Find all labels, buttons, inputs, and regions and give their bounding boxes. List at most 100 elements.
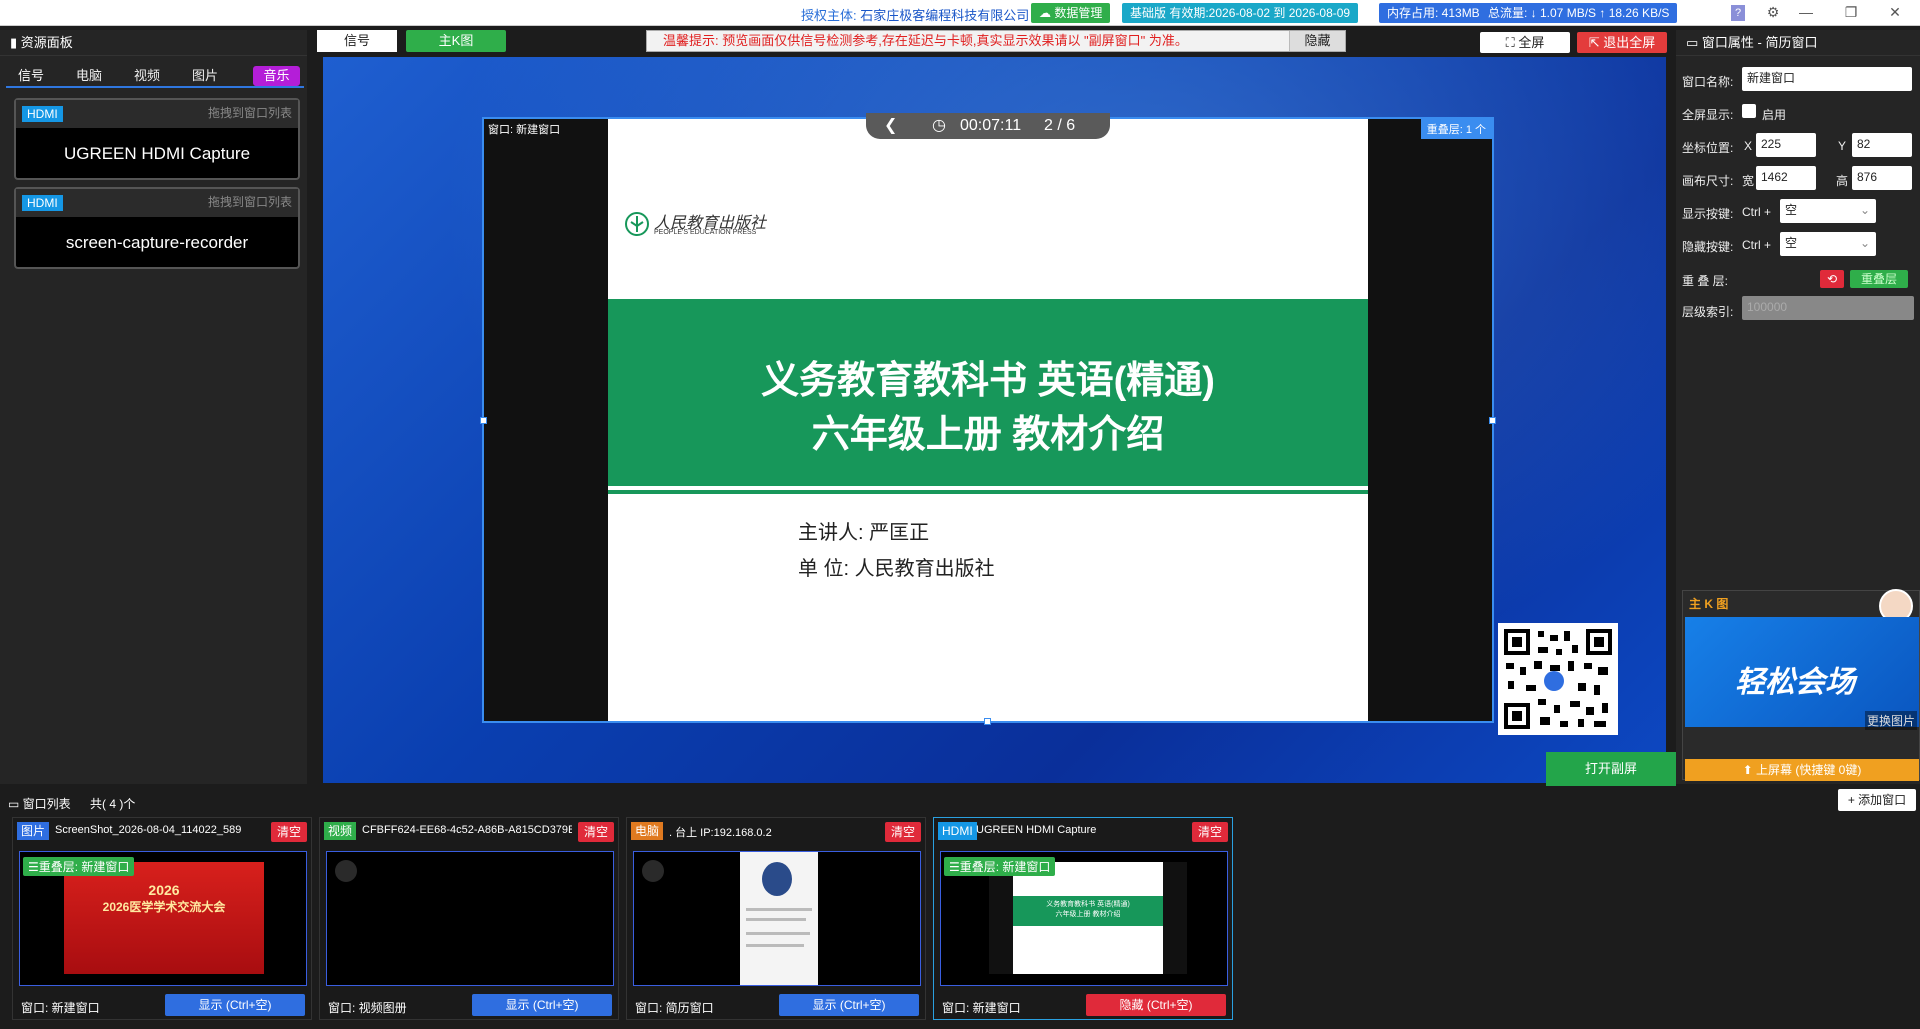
- push-to-screen-button[interactable]: ⬆ 上屏幕 (快捷键 0键): [1685, 759, 1919, 781]
- slide-divider: [608, 490, 1368, 494]
- clear-button[interactable]: 清空: [884, 822, 921, 842]
- slide-timer-bar: ❮ ◷ 00:07:11 2 / 6: [866, 113, 1110, 139]
- card-type-badge: HDMI: [938, 822, 977, 840]
- slide-title-1: 义务教育教科书 英语(精通): [761, 360, 1215, 402]
- card-source-name: . 台上 IP:192.168.0.2: [669, 827, 772, 839]
- window-count: 共( 4 )个: [90, 797, 136, 811]
- layer-index-input[interactable]: 100000: [1742, 296, 1914, 320]
- hide-key-label: 隐藏按键:: [1682, 240, 1734, 254]
- card-source-name: ScreenShot_2026-08-04_114022_589: [55, 824, 242, 836]
- source-badge: HDMI: [22, 195, 63, 211]
- window-list-title: ▭ 窗口列表: [8, 797, 71, 811]
- clear-button[interactable]: 清空: [270, 822, 307, 842]
- fullscreen-checkbox[interactable]: [1742, 104, 1756, 118]
- publisher-logo: 人民教育出版社 PEOPLE'S EDUCATION PRESS: [624, 207, 784, 243]
- show-key-label: 显示按键:: [1682, 207, 1734, 221]
- close-icon[interactable]: ✕: [1884, 3, 1906, 23]
- show-key-select[interactable]: 空 ⌄: [1780, 199, 1876, 223]
- slide-speaker: 主讲人: 严匡正: [798, 522, 930, 544]
- hide-key-select[interactable]: 空 ⌄: [1780, 232, 1876, 256]
- fullscreen-label: 全屏显示:: [1682, 108, 1734, 122]
- properties-header: ▭ 窗口属性 - 简历窗口: [1676, 30, 1920, 56]
- show-button[interactable]: 显示 (Ctrl+空): [472, 994, 612, 1016]
- source-item-screen-recorder[interactable]: HDMI 拖拽到窗口列表 screen-capture-recorder: [14, 187, 300, 269]
- notice-hide-button[interactable]: 隐藏: [1289, 31, 1345, 51]
- window-list-header: ▭ 窗口列表 共( 4 )个: [0, 790, 1920, 814]
- window-card-video[interactable]: 视频 CFBFF624-EE68-4c52-A86B-A815CD379E0E 清空…: [319, 817, 619, 1020]
- tab-signal-preview[interactable]: 信号: [317, 30, 397, 52]
- x-label: X: [1744, 139, 1753, 153]
- window-card-image[interactable]: 图片 ScreenShot_2026-08-04_114022_589 清空 202…: [12, 817, 312, 1020]
- exit-fullscreen-button[interactable]: ⇱ 退出全屏: [1577, 32, 1667, 53]
- license-info: 授权主体: 石家庄极客编程科技有限公司: [801, 8, 1030, 23]
- source-item-hdmi-capture[interactable]: HDMI 拖拽到窗口列表 UGREEN HDMI Capture: [14, 98, 300, 180]
- card-window-name: 窗口: 新建窗口: [942, 1001, 1021, 1015]
- card-preview: [633, 851, 921, 986]
- size-label: 画布尺寸:: [1682, 174, 1734, 188]
- window-frame[interactable]: 窗口: 新建窗口 重叠层: 1 个 人民教育出版社 PEOPLE'S EDUCA…: [480, 115, 1496, 725]
- page-indicator: 2 / 6: [1044, 117, 1076, 134]
- source-name: screen-capture-recorder: [65, 233, 249, 252]
- change-image-button[interactable]: 更换图片: [1864, 711, 1917, 730]
- data-management-button[interactable]: ☁ 数据管理: [1031, 3, 1111, 23]
- card-source-name: UGREEN HDMI Capture: [976, 824, 1097, 836]
- overlay-badge: ☰重叠层: 新建窗口: [944, 857, 1056, 876]
- resource-tabs: 信号 电脑 视频 图片 音乐: [6, 66, 304, 88]
- window-label: 窗口: 新建窗口: [488, 124, 561, 136]
- chevron-down-icon: ⌄: [1859, 236, 1870, 250]
- enable-label: 启用: [1762, 108, 1787, 122]
- tab-image[interactable]: 图片: [180, 66, 230, 86]
- clear-button[interactable]: 清空: [1191, 822, 1228, 842]
- resize-handle-bottom[interactable]: [984, 718, 991, 725]
- slide-unit: 单 位: 人民教育出版社: [798, 558, 995, 580]
- minimize-icon[interactable]: —: [1795, 3, 1817, 23]
- show-button[interactable]: 显示 (Ctrl+空): [779, 994, 919, 1016]
- drag-hint: 拖拽到窗口列表: [207, 195, 292, 209]
- tab-main-k[interactable]: 主K图: [406, 30, 506, 52]
- prev-slide-icon[interactable]: ❮: [884, 113, 897, 139]
- chevron-down-icon: ⌄: [1859, 203, 1870, 217]
- clear-button[interactable]: 清空: [577, 822, 614, 842]
- height-label: 高: [1836, 174, 1849, 188]
- card-window-name: 窗口: 视频图册: [328, 1001, 407, 1015]
- settings-icon[interactable]: ⚙: [1762, 3, 1784, 23]
- card-preview: [326, 851, 614, 986]
- resize-handle-left[interactable]: [480, 417, 487, 424]
- window-name-input[interactable]: 新建窗口: [1742, 67, 1912, 91]
- fullscreen-button[interactable]: ⛶ 全屏: [1480, 32, 1570, 53]
- main-k-title: 主 K 图: [1689, 597, 1729, 611]
- open-sub-screen-button[interactable]: 打开副屏: [1546, 752, 1676, 786]
- card-window-name: 窗口: 新建窗口: [21, 1001, 100, 1015]
- name-label: 窗口名称:: [1682, 75, 1734, 89]
- resize-handle-right[interactable]: [1489, 417, 1496, 424]
- slide-content: 人民教育出版社 PEOPLE'S EDUCATION PRESS 义务教育教科书…: [608, 119, 1368, 721]
- width-label: 宽: [1742, 174, 1755, 188]
- layer-index-label: 层级索引:: [1682, 305, 1734, 319]
- x-input[interactable]: 225: [1756, 133, 1816, 157]
- qr-code: [1498, 623, 1618, 735]
- source-name: UGREEN HDMI Capture: [63, 144, 251, 163]
- card-source-name: CFBFF624-EE68-4c52-A86B-A815CD379E0E: [362, 824, 572, 836]
- y-label: Y: [1838, 139, 1847, 153]
- card-type-badge: 图片: [17, 822, 50, 840]
- add-window-button[interactable]: + 添加窗口: [1838, 789, 1916, 811]
- clock-icon: ◷: [932, 117, 946, 134]
- tab-music[interactable]: 音乐: [253, 66, 300, 86]
- reset-icon[interactable]: ⟲: [1820, 270, 1844, 288]
- width-input[interactable]: 1462: [1756, 166, 1816, 190]
- tab-computer[interactable]: 电脑: [64, 66, 114, 86]
- window-card-computer[interactable]: 电脑 . 台上 IP:192.168.0.2 清空 窗口: 简历窗口 显示 (Ctr…: [626, 817, 926, 1020]
- overlay-layer-button[interactable]: 重叠层: [1850, 270, 1908, 288]
- hide-button[interactable]: 隐藏 (Ctrl+空): [1086, 994, 1226, 1016]
- restore-icon[interactable]: ❐: [1840, 3, 1862, 23]
- help-icon[interactable]: ?: [1731, 5, 1745, 21]
- ctrl-label: Ctrl +: [1742, 205, 1772, 219]
- tab-video[interactable]: 视频: [122, 66, 172, 86]
- tab-signal[interactable]: 信号: [6, 66, 56, 86]
- card-type-badge: 电脑: [631, 822, 664, 840]
- show-button[interactable]: 显示 (Ctrl+空): [165, 994, 305, 1016]
- y-input[interactable]: 82: [1852, 133, 1912, 157]
- window-card-hdmi[interactable]: HDMI UGREEN HDMI Capture 清空 义务教育教科书 英语(精通)…: [933, 817, 1233, 1020]
- height-input[interactable]: 876: [1852, 166, 1912, 190]
- window-icon: ▭: [1686, 35, 1699, 50]
